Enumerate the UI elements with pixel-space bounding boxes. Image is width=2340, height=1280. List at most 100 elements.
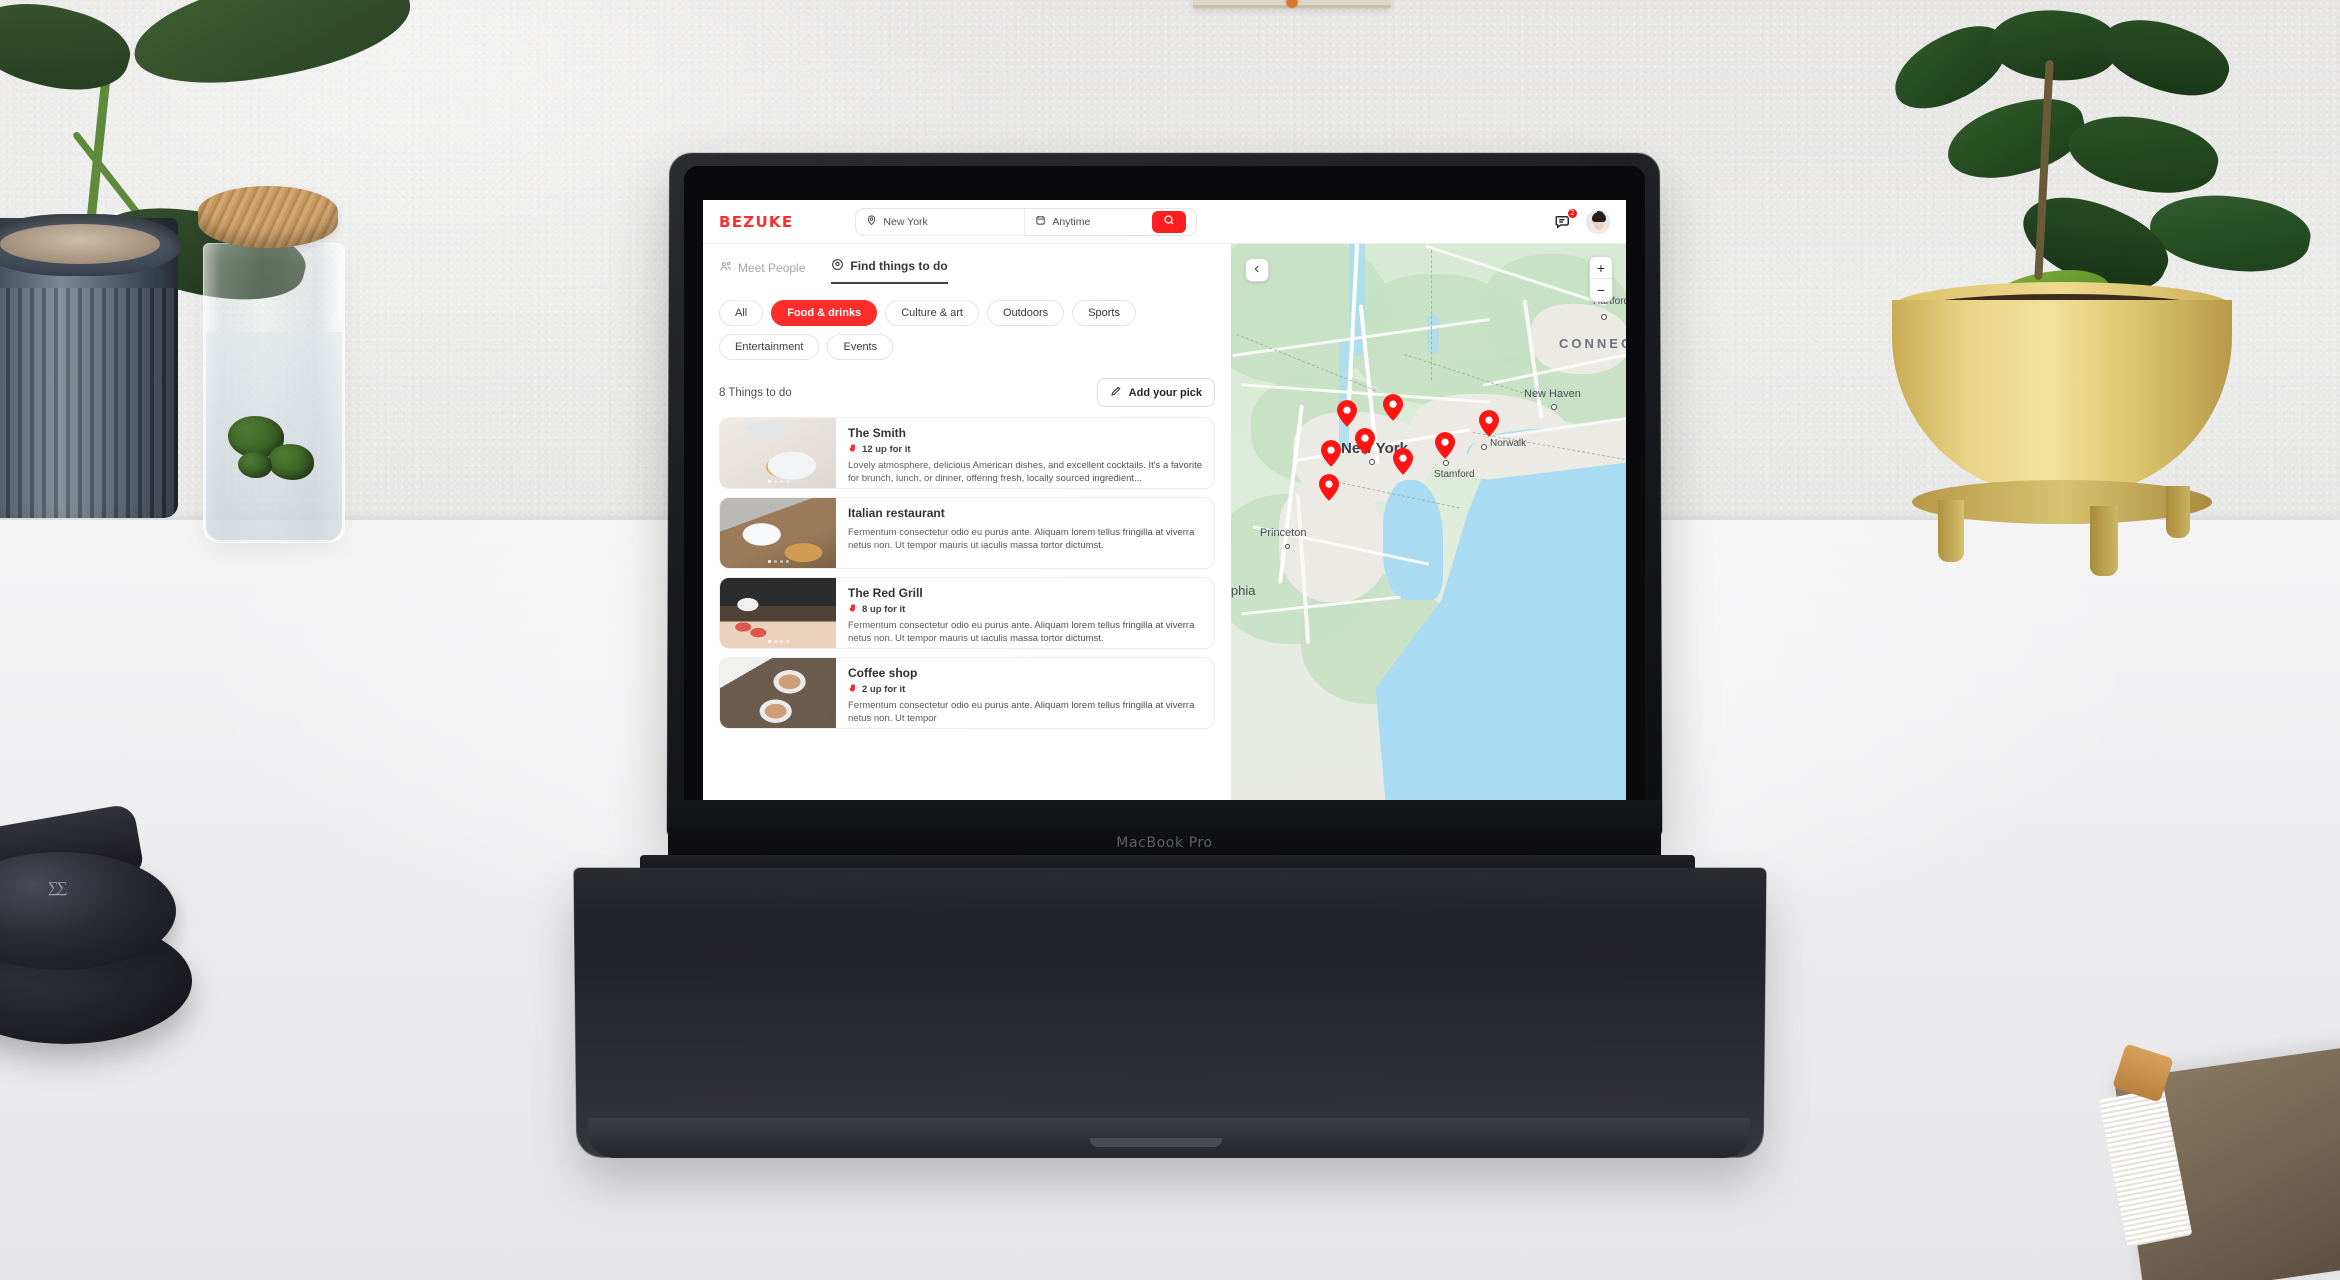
map-zoom-in-button[interactable]: + bbox=[1590, 257, 1612, 279]
listing-body: Coffee shop 2 up for it Fermentum consec… bbox=[836, 658, 1214, 728]
listing-thumbnail[interactable] bbox=[720, 498, 836, 568]
tab-label: Meet People bbox=[738, 261, 806, 275]
tab-meet-people[interactable]: Meet People bbox=[719, 260, 805, 284]
laptop-lip-notch bbox=[1090, 1138, 1222, 1147]
filter-chip-all[interactable]: All bbox=[719, 300, 764, 326]
avatar-hair-bun bbox=[1596, 210, 1603, 215]
listing-upvotes-label: 12 up for it bbox=[862, 444, 911, 455]
pencil-icon bbox=[1110, 385, 1122, 400]
listing-title: Coffee shop bbox=[848, 666, 918, 680]
map-panel[interactable]: Hartford CONNECTICUT New Haven Norwalk S… bbox=[1231, 244, 1626, 800]
laptop-screen: BEZUKE New York Anytime 2 Meet People Fi… bbox=[703, 200, 1626, 800]
filter-chips: All Food & drinks Culture & art Outdoors… bbox=[719, 300, 1149, 360]
list-item[interactable]: Coffee shop 2 up for it Fermentum consec… bbox=[719, 657, 1215, 729]
listing-thumbnail[interactable] bbox=[720, 578, 836, 648]
sidebar-panel: Meet People Find things to do All Food &… bbox=[703, 244, 1231, 800]
map-back-button[interactable] bbox=[1245, 258, 1269, 282]
listing-description: Fermentum consectetur odio eu purus ante… bbox=[848, 700, 1195, 725]
map-pin[interactable] bbox=[1479, 410, 1499, 437]
laptop-chin bbox=[668, 800, 1661, 862]
brand-logo[interactable]: BEZUKE bbox=[719, 213, 793, 231]
map-pin-icon bbox=[866, 214, 877, 229]
people-icon bbox=[719, 260, 732, 276]
bezuke-app: BEZUKE New York Anytime 2 Meet People Fi… bbox=[703, 200, 1626, 800]
map-city-dot bbox=[1285, 544, 1290, 549]
chevron-left-icon bbox=[1252, 264, 1262, 277]
carousel-dots[interactable] bbox=[720, 560, 836, 563]
carousel-dots[interactable] bbox=[720, 640, 836, 643]
raised-hand-icon bbox=[848, 603, 858, 616]
map-label: Stamford bbox=[1434, 469, 1475, 480]
listing-title: The Smith bbox=[848, 426, 907, 440]
listing-upvotes: 12 up for it bbox=[848, 443, 1204, 456]
list-header: 8 Things to do Add your pick bbox=[719, 378, 1215, 407]
filter-chip-food-drinks[interactable]: Food & drinks bbox=[771, 300, 878, 326]
map-zoom-controls: + − bbox=[1589, 256, 1613, 302]
map-canvas[interactable]: Hartford CONNECTICUT New Haven Norwalk S… bbox=[1231, 244, 1626, 800]
map-city-dot bbox=[1369, 459, 1375, 465]
map-label: lphia bbox=[1231, 583, 1256, 598]
listing-upvotes-label: 8 up for it bbox=[862, 604, 906, 615]
filter-chip-culture-art[interactable]: Culture & art bbox=[885, 300, 979, 326]
filter-chip-entertainment[interactable]: Entertainment bbox=[719, 334, 820, 360]
filter-chip-sports[interactable]: Sports bbox=[1072, 300, 1136, 326]
map-pin[interactable] bbox=[1435, 432, 1455, 459]
listing-body: The Red Grill 8 up for it Fermentum cons… bbox=[836, 578, 1214, 648]
listing-thumbnail[interactable] bbox=[720, 658, 836, 728]
map-pin[interactable] bbox=[1383, 394, 1403, 421]
map-city-dot bbox=[1601, 314, 1607, 320]
message-icon bbox=[1554, 215, 1572, 234]
listing-title: Italian restaurant bbox=[848, 506, 945, 520]
listing-upvotes-label: 2 up for it bbox=[862, 684, 906, 695]
raised-hand-icon bbox=[848, 443, 858, 456]
topbar-actions: 2 bbox=[1554, 207, 1610, 234]
app-content: Meet People Find things to do All Food &… bbox=[703, 244, 1626, 800]
results-count: 8 Things to do bbox=[719, 386, 792, 399]
listing-description: Lovely atmosphere, delicious American di… bbox=[848, 460, 1203, 485]
tab-find-things-to-do[interactable]: Find things to do bbox=[831, 258, 948, 284]
location-value: New York bbox=[883, 215, 928, 228]
messages-button[interactable]: 2 bbox=[1554, 207, 1578, 234]
listing-thumbnail[interactable] bbox=[720, 418, 836, 488]
tab-bar: Meet People Find things to do bbox=[719, 258, 1215, 284]
listing-list: The Smith 12 up for it Lovely atmosphere… bbox=[719, 417, 1215, 729]
map-label: CONNECTICUT bbox=[1559, 336, 1626, 351]
map-pin[interactable] bbox=[1337, 400, 1357, 427]
map-pin[interactable] bbox=[1355, 428, 1375, 455]
add-your-pick-label: Add your pick bbox=[1128, 386, 1202, 399]
listing-title: The Red Grill bbox=[848, 586, 923, 600]
date-field[interactable]: Anytime bbox=[1024, 208, 1152, 235]
avatar[interactable] bbox=[1586, 209, 1610, 234]
macbook-pro: BEZUKE New York Anytime 2 Meet People Fi… bbox=[0, 0, 2340, 1280]
search-button[interactable] bbox=[1152, 210, 1187, 233]
map-pin[interactable] bbox=[1321, 440, 1341, 467]
search-icon bbox=[1163, 214, 1175, 229]
map-label: Norwalk bbox=[1490, 438, 1527, 449]
list-item[interactable]: The Smith 12 up for it Lovely atmosphere… bbox=[719, 417, 1215, 489]
listing-upvotes: 8 up for it bbox=[848, 603, 1204, 616]
calendar-icon bbox=[1035, 214, 1046, 229]
raised-hand-icon bbox=[848, 683, 858, 696]
map-city-dot bbox=[1443, 460, 1449, 466]
map-pin[interactable] bbox=[1319, 474, 1339, 501]
photo-scene: ∑∑ BEZUKE New York Anytime 2 Meet People… bbox=[0, 0, 2340, 1280]
laptop-base: `123 4567 890- = QWE RTYU IOP[ ]\ ASD FG… bbox=[573, 867, 1767, 1158]
compass-icon bbox=[831, 258, 844, 274]
carousel-dots[interactable] bbox=[720, 480, 836, 483]
map-label: Princeton bbox=[1260, 527, 1307, 539]
listing-description: Fermentum consectetur odio eu purus ante… bbox=[848, 620, 1195, 645]
list-item[interactable]: The Red Grill 8 up for it Fermentum cons… bbox=[719, 577, 1215, 649]
location-field[interactable]: New York bbox=[856, 209, 1024, 235]
filter-chip-outdoors[interactable]: Outdoors bbox=[986, 300, 1065, 326]
listing-body: The Smith 12 up for it Lovely atmosphere… bbox=[836, 418, 1214, 488]
add-your-pick-button[interactable]: Add your pick bbox=[1096, 378, 1215, 407]
tab-label: Find things to do bbox=[850, 259, 948, 273]
map-pin[interactable] bbox=[1393, 448, 1413, 475]
map-city-dot bbox=[1481, 444, 1487, 450]
map-zoom-out-button[interactable]: − bbox=[1590, 279, 1612, 301]
map-city-dot bbox=[1551, 404, 1557, 410]
list-item[interactable]: Italian restaurant Fermentum consectetur… bbox=[719, 497, 1215, 569]
date-value: Anytime bbox=[1052, 215, 1091, 228]
listing-description: Fermentum consectetur odio eu purus ante… bbox=[848, 527, 1195, 552]
filter-chip-events[interactable]: Events bbox=[827, 334, 894, 360]
